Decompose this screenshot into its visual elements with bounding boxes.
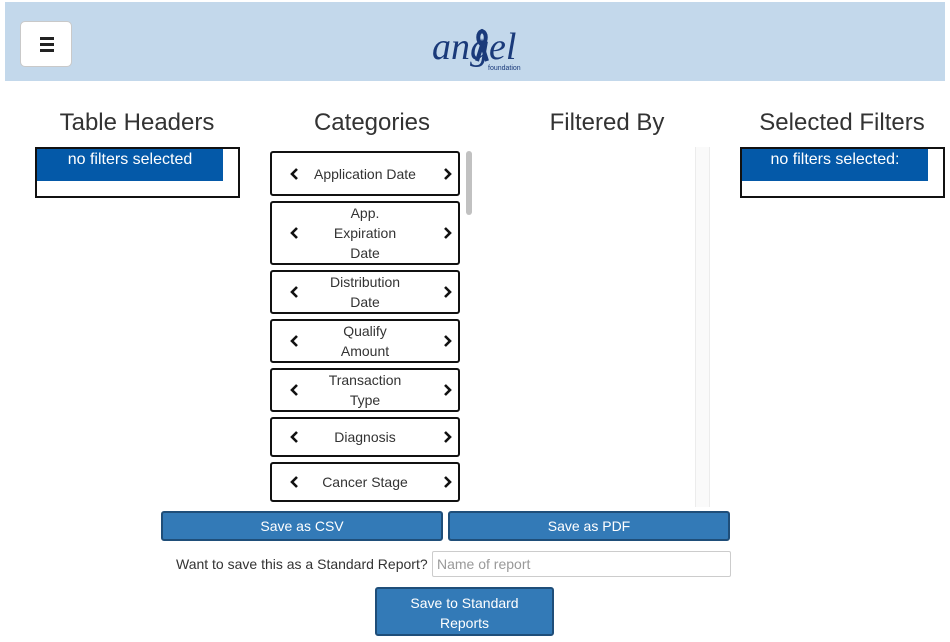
category-label: App. Expiration Date	[333, 205, 397, 261]
hamburger-menu-icon	[40, 37, 54, 40]
chevron-left-icon[interactable]	[288, 383, 302, 397]
standard-report-prompt: Want to save this as a Standard Report?	[176, 556, 428, 572]
selected-filters-empty: no filters selected:	[742, 149, 928, 181]
category-item[interactable]: Transaction Type	[270, 368, 460, 412]
chevron-right-icon[interactable]	[440, 167, 454, 181]
category-item[interactable]: Diagnosis	[270, 417, 460, 457]
categories-scrollbar[interactable]	[466, 151, 472, 215]
save-csv-button[interactable]: Save as CSV	[161, 511, 443, 541]
category-item[interactable]: Qualify Amount	[270, 319, 460, 363]
save-standard-report-button[interactable]: Save to Standard Reports	[375, 587, 554, 636]
category-label: Diagnosis	[334, 429, 396, 445]
logo-text: angel	[432, 26, 516, 68]
chevron-left-icon[interactable]	[288, 334, 302, 348]
report-name-input[interactable]	[432, 551, 731, 577]
chevron-left-icon[interactable]	[288, 167, 302, 181]
chevron-right-icon[interactable]	[440, 430, 454, 444]
category-label: Distribution Date	[329, 274, 401, 310]
hamburger-menu-icon-line	[40, 49, 54, 52]
chevron-right-icon[interactable]	[440, 226, 454, 240]
chevron-right-icon[interactable]	[440, 334, 454, 348]
category-label: Cancer Stage	[322, 474, 408, 490]
chevron-right-icon[interactable]	[440, 285, 454, 299]
category-label: Transaction Type	[328, 372, 402, 408]
category-label: Qualify Amount	[340, 323, 390, 359]
chevron-left-icon[interactable]	[288, 226, 302, 240]
save-pdf-button[interactable]: Save as PDF	[448, 511, 730, 541]
category-item[interactable]: Distribution Date	[270, 270, 460, 314]
category-item[interactable]: Application Date	[270, 151, 460, 196]
menu-button[interactable]	[20, 21, 72, 67]
chevron-left-icon[interactable]	[288, 285, 302, 299]
chevron-left-icon[interactable]	[288, 475, 302, 489]
category-item[interactable]: App. Expiration Date	[270, 201, 460, 265]
category-item[interactable]: Cancer Stage	[270, 462, 460, 502]
filtered-by-title: Filtered By	[549, 109, 665, 136]
categories-title: Categories	[313, 109, 431, 136]
categories-list[interactable]: Application Date App. Expiration Date Di…	[266, 147, 476, 507]
table-headers-list: no filters selected	[35, 147, 240, 198]
filtered-by-list[interactable]	[478, 147, 696, 507]
top-navbar: angel foundation	[5, 2, 945, 81]
category-label: Application Date	[314, 165, 416, 182]
logo-subtext: foundation	[488, 65, 521, 72]
angel-foundation-logo[interactable]: angel foundation	[430, 19, 530, 75]
chevron-left-icon[interactable]	[288, 430, 302, 444]
table-headers-title: Table Headers	[59, 109, 215, 136]
selected-filters-title: Selected Filters	[759, 109, 925, 136]
filtered-by-scrollbar[interactable]	[695, 147, 710, 507]
table-headers-empty: no filters selected	[37, 149, 223, 181]
selected-filters-list: no filters selected:	[740, 147, 945, 198]
chevron-right-icon[interactable]	[440, 475, 454, 489]
chevron-right-icon[interactable]	[440, 383, 454, 397]
hamburger-menu-icon-line	[40, 43, 54, 46]
